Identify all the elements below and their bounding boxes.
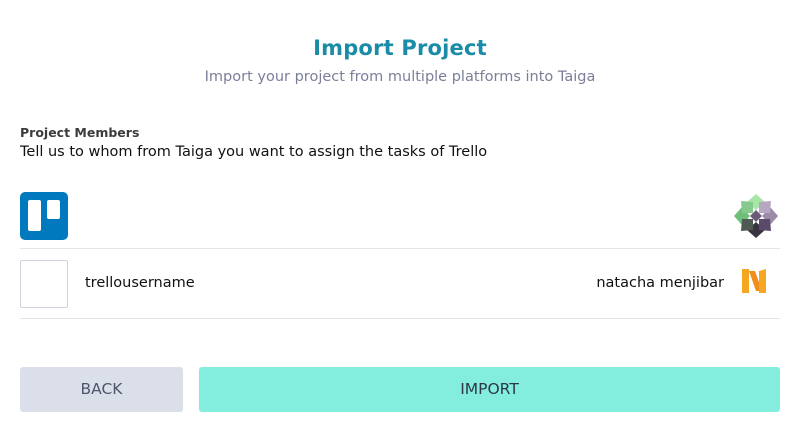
taiga-user-name[interactable]: natacha menjibar xyxy=(596,275,724,291)
page-subtitle: Import your project from multiple platfo… xyxy=(204,69,596,85)
taiga-logo-icon xyxy=(734,194,778,238)
trello-logo-left-column xyxy=(28,200,41,231)
trello-logo-right-column xyxy=(47,200,60,219)
user-avatar-icon[interactable] xyxy=(738,265,770,297)
divider xyxy=(20,318,780,319)
page-title: Import Project xyxy=(313,36,487,60)
section-description: Tell us to whom from Taiga you want to a… xyxy=(20,144,488,160)
back-button[interactable]: BACK xyxy=(20,367,183,412)
import-button[interactable]: IMPORT xyxy=(199,367,780,412)
trello-user-avatar xyxy=(20,260,68,308)
trello-username: trellousername xyxy=(85,275,195,291)
trello-logo-icon xyxy=(20,192,68,240)
divider xyxy=(20,248,780,249)
import-project-page: Import Project Import your project from … xyxy=(0,0,800,432)
section-label: Project Members xyxy=(20,125,140,140)
